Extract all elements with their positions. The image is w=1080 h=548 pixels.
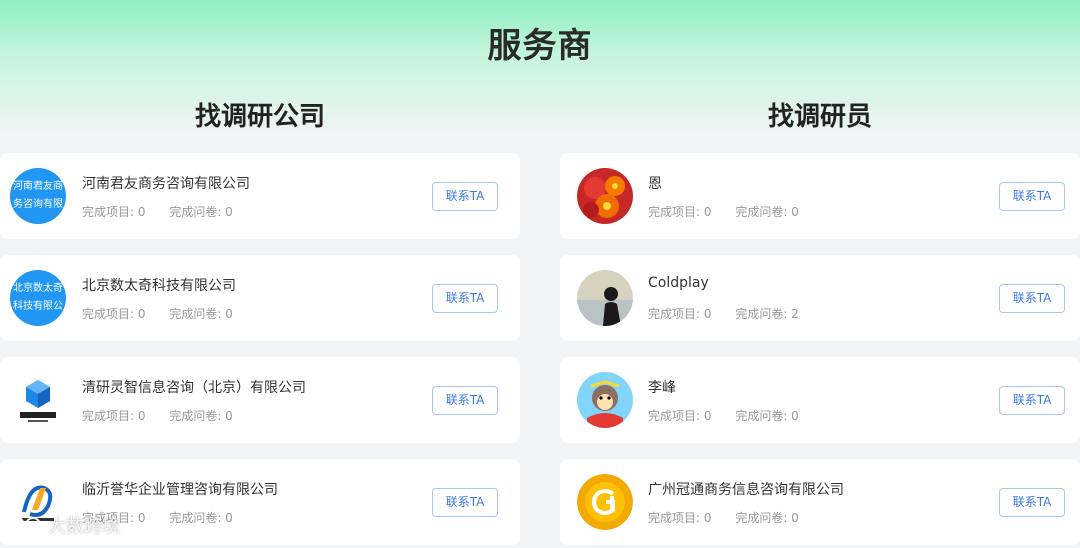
cartoon-monkey-avatar [577, 372, 633, 428]
contact-button[interactable]: 联系TA [999, 182, 1065, 211]
company-name: 临沂誉华企业管理咨询有限公司 [82, 482, 278, 498]
cube-logo-avatar [10, 372, 66, 428]
researcher-stats: 完成项目: 0 完成问卷: 0 [648, 203, 819, 220]
researcher-card: 李峰 完成项目: 0 完成问卷: 0 联系TA [560, 357, 1080, 443]
researcher-stats: 完成项目: 0 完成问卷: 0 [648, 509, 819, 526]
completed-projects: 完成项目: 0 [648, 307, 712, 321]
contact-button[interactable]: 联系TA [432, 386, 498, 415]
cartoon-monkey-icon [577, 372, 633, 428]
company-stats: 完成项目: 0 完成问卷: 0 [82, 305, 253, 322]
completed-surveys: 完成问卷: 0 [169, 511, 233, 525]
company-name: 清研灵智信息咨询（北京）有限公司 [82, 380, 306, 396]
researcher-stats: 完成项目: 0 完成问卷: 2 [648, 305, 819, 322]
completed-projects: 完成项目: 0 [648, 409, 712, 423]
avatar-text-line: 科技有限公 [13, 301, 63, 312]
contact-button[interactable]: 联系TA [432, 182, 498, 211]
researcher-name: 广州冠通商务信息咨询有限公司 [648, 482, 844, 498]
company-name: 北京数太奇科技有限公司 [82, 278, 236, 294]
company-name: 河南君友商务咨询有限公司 [82, 176, 250, 192]
researcher-name: 恩 [648, 176, 662, 192]
researchers-section-title: 找调研员 [767, 102, 872, 132]
cube-logo-icon [20, 380, 56, 422]
completed-projects: 完成项目: 0 [82, 307, 146, 321]
contact-button[interactable]: 联系TA [432, 284, 498, 313]
company-list: 河南君友商 务咨询有限 河南君友商务咨询有限公司 完成项目: 0 完成问卷: 0… [0, 153, 520, 548]
researcher-name: Coldplay [648, 275, 709, 291]
completed-surveys: 完成问卷: 2 [735, 307, 799, 321]
page-title: 服务商 [487, 26, 593, 66]
contact-button[interactable]: 联系TA [432, 488, 498, 517]
company-card: 清研灵智信息咨询（北京）有限公司 完成项目: 0 完成问卷: 0 联系TA [0, 357, 520, 443]
watermark-text: 大数跨境 [48, 516, 120, 537]
completed-projects: 完成项目: 0 [82, 205, 146, 219]
avatar-text-line: 河南君友商 [13, 181, 63, 192]
company-stats: 完成项目: 0 完成问卷: 0 [82, 203, 253, 220]
researcher-card: Coldplay 完成项目: 0 完成问卷: 2 联系TA [560, 255, 1080, 341]
contact-button[interactable]: 联系TA [999, 284, 1065, 313]
company-stats: 完成项目: 0 完成问卷: 0 [82, 407, 253, 424]
companies-section-title: 找调研公司 [194, 102, 325, 132]
contact-button[interactable]: 联系TA [999, 386, 1065, 415]
gold-logo-avatar [577, 474, 633, 530]
watermark: 大数跨境 [8, 512, 120, 538]
researcher-name: 李峰 [648, 380, 676, 396]
completed-surveys: 完成问卷: 0 [169, 409, 233, 423]
company-card: 河南君友商 务咨询有限 河南君友商务咨询有限公司 完成项目: 0 完成问卷: 0… [0, 153, 520, 239]
contact-button[interactable]: 联系TA [999, 488, 1065, 517]
company-logo-avatar: 河南君友商 务咨询有限 [10, 168, 66, 224]
completed-surveys: 完成问卷: 0 [169, 205, 233, 219]
completed-surveys: 完成问卷: 0 [735, 205, 799, 219]
researcher-stats: 完成项目: 0 完成问卷: 0 [648, 407, 819, 424]
researcher-card: 恩 完成项目: 0 完成问卷: 0 联系TA [560, 153, 1080, 239]
completed-projects: 完成项目: 0 [648, 511, 712, 525]
completed-projects: 完成项目: 0 [648, 205, 712, 219]
researcher-list: 恩 完成项目: 0 完成问卷: 0 联系TA Coldplay 完成项目: 0 … [560, 153, 1080, 548]
completed-surveys: 完成问卷: 0 [735, 511, 799, 525]
flower-photo-avatar [577, 168, 633, 224]
silhouette-photo-avatar [577, 270, 633, 326]
silhouette-photo-icon [577, 270, 633, 326]
gold-logo-icon [577, 474, 633, 530]
researcher-card: 广州冠通商务信息咨询有限公司 完成项目: 0 完成问卷: 0 联系TA [560, 459, 1080, 545]
completed-surveys: 完成问卷: 0 [169, 307, 233, 321]
completed-surveys: 完成问卷: 0 [735, 409, 799, 423]
watermark-logo-icon [9, 517, 41, 533]
avatar-text-line: 北京数太奇 [13, 283, 63, 294]
completed-projects: 完成项目: 0 [82, 409, 146, 423]
company-logo-avatar: 北京数太奇 科技有限公 [10, 270, 66, 326]
flower-photo-icon [577, 168, 633, 224]
avatar-text-line: 务咨询有限 [13, 199, 63, 210]
company-card: 北京数太奇 科技有限公 北京数太奇科技有限公司 完成项目: 0 完成问卷: 0 … [0, 255, 520, 341]
